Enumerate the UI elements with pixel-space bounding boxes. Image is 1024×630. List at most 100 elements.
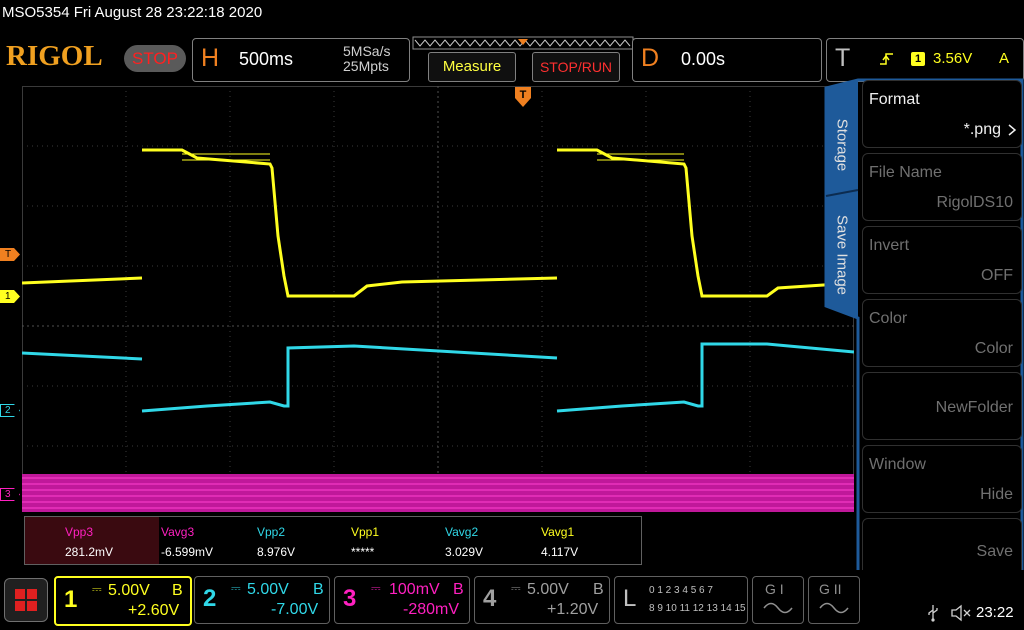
format-option[interactable]: Format *.png: [862, 80, 1022, 148]
delay-settings[interactable]: D 0.00s: [632, 38, 822, 82]
ch4-bandwidth: B: [593, 581, 604, 598]
ch1-offset-marker-label: 1: [5, 291, 11, 302]
grid-menu-icon: [15, 589, 37, 611]
ch1-dc-coupling-icon: ⎓: [92, 582, 102, 596]
stop-run-button[interactable]: STOP/RUN: [532, 52, 620, 82]
window-value: Hide: [980, 486, 1013, 503]
main-menu-button[interactable]: [4, 578, 48, 622]
trigger-settings[interactable]: T 1 3.56V A: [826, 38, 1024, 82]
invert-value: OFF: [981, 267, 1013, 284]
logic-row-1: 0 1 2 3 4 5 6 7: [649, 585, 713, 596]
meas-name-vavg3: Vavg3: [161, 525, 195, 539]
measurement-panel: Vpp3 281.2mV Vavg3 -6.599mV Vpp2 8.976V …: [24, 516, 642, 565]
d-label: D: [641, 44, 660, 72]
meas-name-vavg2: Vavg2: [445, 525, 479, 539]
ch2-bandwidth: B: [313, 581, 324, 598]
meas-value-vavg1: 4.117V: [541, 545, 579, 559]
ch3-bandwidth: B: [453, 581, 464, 598]
ch1-offset: +2.60V: [128, 602, 180, 619]
meas-value-vpp3: 281.2mV: [65, 545, 114, 559]
color-title: Color: [869, 310, 908, 327]
tab-save-image[interactable]: Save Image: [826, 200, 858, 310]
logic-label: L: [623, 585, 637, 612]
save-button[interactable]: Save: [862, 518, 1022, 576]
ch1-bandwidth: B: [172, 582, 183, 599]
ch3-dc-coupling-icon: ⎓: [371, 581, 381, 595]
rigol-logo: RIGOL: [6, 40, 103, 72]
t-label: T: [835, 44, 851, 72]
trigger-mode: A: [999, 50, 1010, 67]
waveform-display[interactable]: [22, 86, 854, 512]
ch2-offset: -7.00V: [271, 601, 319, 618]
ch3-offset-marker[interactable]: 3: [0, 488, 20, 501]
h-label: H: [201, 44, 220, 72]
meas-name-vpp1: Vpp1: [351, 525, 380, 539]
invert-option[interactable]: Invert OFF: [862, 226, 1022, 294]
ch1-scale: 5.00V: [108, 582, 150, 599]
sample-rate: 5MSa/s: [343, 43, 391, 59]
speaker-muted-icon[interactable]: [950, 604, 972, 622]
ch3-number: 3: [343, 585, 357, 612]
color-value: Color: [974, 340, 1013, 357]
window-title: Window: [869, 456, 926, 473]
window-option[interactable]: Window Hide: [862, 445, 1022, 513]
svg-text:T: T: [520, 89, 527, 101]
sine-wave-icon: [819, 602, 849, 614]
generator-2-label: G II: [819, 581, 842, 597]
file-name-value: RigolDS10: [936, 194, 1013, 211]
new-folder-label: NewFolder: [935, 399, 1013, 416]
sine-wave-icon: [763, 602, 793, 614]
logic-row-2: 8 9 10 11 12 13 14 15: [649, 603, 746, 614]
ch4-dc-coupling-icon: ⎓: [511, 581, 521, 595]
generator-1-button[interactable]: G I: [752, 576, 804, 624]
usb-icon: [928, 605, 938, 622]
ch2-offset-marker[interactable]: 2: [0, 404, 20, 417]
ch2-dc-coupling-icon: ⎓: [231, 581, 241, 595]
ch3-offset-marker-label: 3: [5, 489, 11, 500]
trigger-level-marker[interactable]: T: [0, 248, 20, 261]
file-name-title: File Name: [869, 164, 942, 181]
rising-edge-icon: [880, 53, 893, 65]
ch4-offset: +1.20V: [547, 601, 599, 618]
trigger-level: 3.56V: [933, 50, 973, 67]
tab-save-image-label: Save Image: [833, 214, 851, 296]
ch1-number: 1: [64, 586, 78, 613]
measure-button[interactable]: Measure: [428, 52, 516, 82]
color-option[interactable]: Color Color: [862, 299, 1022, 367]
ch4-scale: 5.00V: [527, 581, 569, 598]
meas-value-vavg3: -6.599mV: [161, 545, 214, 559]
system-clock: 23:22: [976, 604, 1014, 621]
ch3-offset: -280mV: [403, 601, 460, 618]
ch2-scale: 5.00V: [247, 581, 289, 598]
ch3-waveform: [22, 474, 854, 512]
horizontal-settings[interactable]: H 500ms 5MSa/s 25Mpts: [192, 38, 410, 82]
logic-channels-box[interactable]: L 0 1 2 3 4 5 6 7 8 9 10 11 12 13 14 15: [614, 576, 748, 624]
tab-storage[interactable]: Storage: [826, 90, 858, 200]
ch3-scale: 100mV: [389, 581, 440, 598]
file-name-option[interactable]: File Name RigolDS10: [862, 153, 1022, 221]
delay-value: 0.00s: [681, 49, 726, 69]
trigger-time-marker[interactable]: T: [514, 86, 532, 108]
channel-4-box[interactable]: 4 ⎓ 5.00V B +1.20V: [474, 576, 610, 624]
run-state-indicator[interactable]: STOP: [124, 45, 186, 72]
ch2-number: 2: [203, 585, 217, 612]
format-value: *.png: [963, 121, 1001, 138]
meas-value-vavg2: 3.029V: [445, 545, 484, 559]
trigger-source-badge: 1: [911, 52, 925, 66]
channel-2-box[interactable]: 2 ⎓ 5.00V B -7.00V: [194, 576, 330, 624]
invert-title: Invert: [869, 237, 910, 254]
meas-name-vpp3: Vpp3: [65, 525, 94, 539]
ch1-offset-marker[interactable]: 1: [0, 290, 20, 303]
new-folder-button[interactable]: NewFolder: [862, 372, 1022, 440]
channel-3-box[interactable]: 3 ⎓ 100mV B -280mV: [334, 576, 470, 624]
meas-name-vpp2: Vpp2: [257, 525, 286, 539]
timebase-value: 500ms: [239, 49, 294, 69]
generator-2-button[interactable]: G II: [808, 576, 860, 624]
save-label: Save: [976, 543, 1013, 560]
tab-storage-label: Storage: [833, 118, 851, 172]
meas-name-vavg1: Vavg1: [541, 525, 575, 539]
meas-value-vpp2: 8.976V: [257, 545, 296, 559]
channel-1-box[interactable]: 1 ⎓ 5.00V B +2.60V: [54, 576, 192, 626]
chevron-right-icon: [1008, 124, 1017, 136]
ch2-offset-marker-label: 2: [5, 405, 11, 416]
